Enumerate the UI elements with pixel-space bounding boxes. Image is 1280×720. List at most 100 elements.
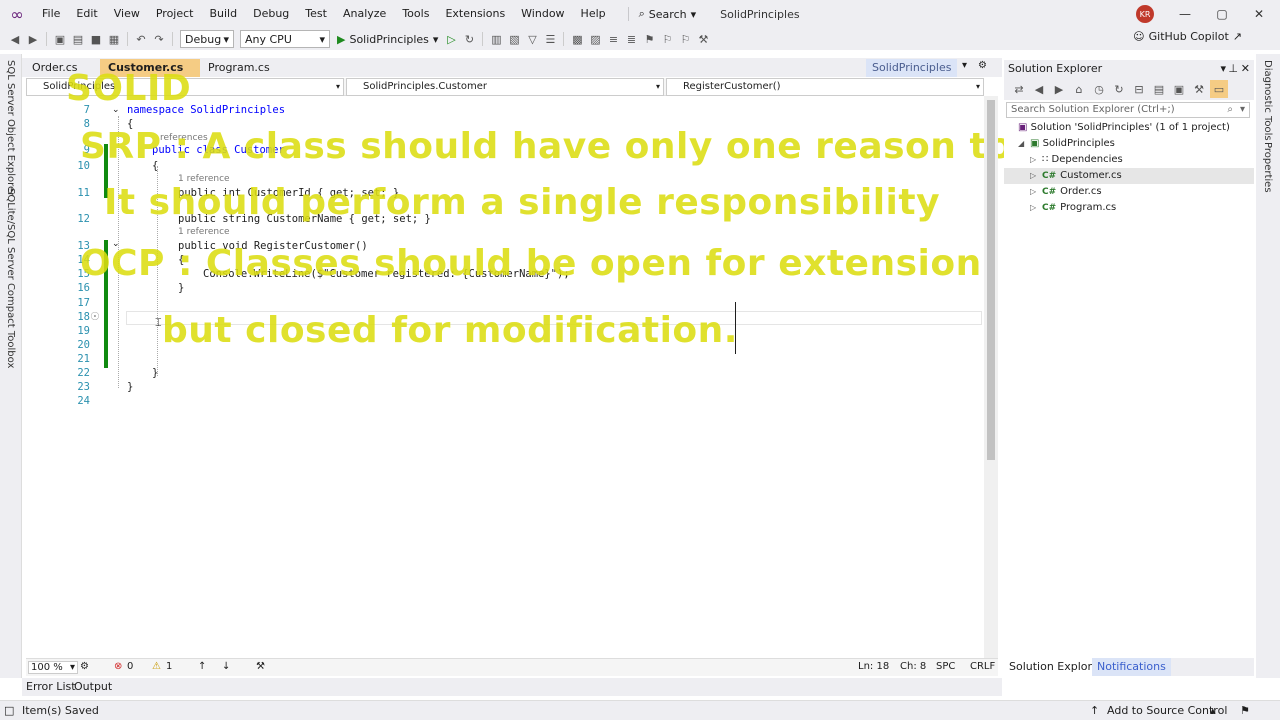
settings-icon[interactable]: ⚙ [978, 60, 987, 71]
line-indicator[interactable]: Ln: 18 [858, 661, 889, 672]
bookmark-icon[interactable]: ⚑ [640, 30, 658, 48]
search-icon[interactable]: ⌕ [1227, 103, 1233, 117]
menu-debug[interactable]: Debug [245, 0, 297, 28]
health-icon[interactable]: ⚙ [80, 661, 89, 672]
save-all-icon[interactable]: ▦ [105, 30, 123, 48]
configuration-select[interactable]: Debug ▾ [180, 30, 234, 48]
warning-icon[interactable]: ⚠ [152, 661, 161, 672]
history-icon[interactable]: ◷ [1090, 80, 1108, 98]
error-count[interactable]: 0 [127, 661, 133, 672]
expand-icon[interactable]: ▷ [1030, 184, 1042, 200]
char-indicator[interactable]: Ch: 8 [900, 661, 926, 672]
project-tab[interactable]: SolidPrinciples [866, 59, 958, 77]
close-icon[interactable]: ✕ [1241, 60, 1250, 78]
filter-icon[interactable]: ▽ [523, 30, 541, 48]
toolbox-icon[interactable]: ▥ [487, 30, 505, 48]
tree-item-file[interactable]: ▷ C# Program.cs [1004, 200, 1254, 216]
chevron-down-icon[interactable]: ▾ [1220, 60, 1226, 78]
hot-reload-icon[interactable]: ↻ [460, 30, 478, 48]
chevron-down-icon[interactable]: ▾ [962, 60, 967, 71]
uncomment-icon[interactable]: ≣ [622, 30, 640, 48]
properties-tab[interactable]: Properties [1262, 142, 1273, 193]
menu-help[interactable]: Help [573, 0, 614, 28]
menu-file[interactable]: File [34, 0, 68, 28]
expand-icon[interactable]: ▷ [1030, 168, 1042, 184]
arrow-down-icon[interactable]: ↓ [222, 661, 230, 672]
menu-view[interactable]: View [106, 0, 148, 28]
preview-icon[interactable]: ▭ [1210, 80, 1228, 98]
whitespace-indicator[interactable]: SPC [936, 661, 955, 672]
new-project-icon[interactable]: ▣ [51, 30, 69, 48]
tab-error-list[interactable]: Error List [26, 680, 76, 693]
prev-bookmark-icon[interactable]: ⚐ [658, 30, 676, 48]
layout-icon[interactable]: ▧ [505, 30, 523, 48]
properties-icon[interactable]: ⚒ [1190, 80, 1208, 98]
save-icon[interactable]: ■ [87, 30, 105, 48]
sqlite-toolbox-tab[interactable]: SQLite/SQL Server Compact Toolbox [5, 188, 16, 368]
close-window-button[interactable]: ✕ [1242, 0, 1276, 28]
tree-item-file[interactable]: ▷ C# Order.cs [1004, 184, 1254, 200]
code-cleanup-icon[interactable]: ⚒ [256, 661, 265, 672]
tab-output[interactable]: Output [74, 680, 112, 693]
pin-icon[interactable]: ⊥ [1228, 60, 1238, 78]
back-icon[interactable]: ◀ [6, 30, 24, 48]
menu-test[interactable]: Test [297, 0, 335, 28]
start-without-debugging-icon[interactable]: ▷ [442, 30, 460, 48]
back-icon[interactable]: ◀ [1030, 80, 1048, 98]
forward-icon[interactable]: ▶ [1050, 80, 1068, 98]
tree-item-dependencies[interactable]: ▷ ∷ Dependencies [1004, 152, 1254, 168]
menu-window[interactable]: Window [513, 0, 572, 28]
menu-analyze[interactable]: Analyze [335, 0, 394, 28]
find-icon[interactable]: ☰ [541, 30, 559, 48]
menu-extensions[interactable]: Extensions [437, 0, 513, 28]
error-icon[interactable]: ⊗ [114, 661, 122, 672]
platform-select[interactable]: Any CPU ▾ [240, 30, 330, 48]
member-dropdown[interactable]: RegisterCustomer() ▾ [666, 78, 984, 96]
tree-item-file[interactable]: ▷ C# Customer.cs [1004, 168, 1254, 184]
github-copilot-button[interactable]: ☺ GitHub Copilot ↗ [1133, 30, 1242, 43]
collapse-all-icon[interactable]: ⊟ [1130, 80, 1148, 98]
tab-program-cs[interactable]: Program.cs [200, 59, 278, 77]
tree-item-solution[interactable]: ▣ Solution 'SolidPrinciples' (1 of 1 pro… [1004, 120, 1254, 136]
solution-explorer-search-input[interactable]: Search Solution Explorer (Ctrl+;) ⌕ ▾ [1006, 102, 1250, 118]
minimize-button[interactable]: — [1168, 0, 1202, 28]
warning-count[interactable]: 1 [166, 661, 172, 672]
menu-tools[interactable]: Tools [394, 0, 437, 28]
next-bookmark-icon[interactable]: ⚐ [676, 30, 694, 48]
open-folder-icon[interactable]: ▤ [69, 30, 87, 48]
comment-icon[interactable]: ≡ [604, 30, 622, 48]
menu-project[interactable]: Project [148, 0, 202, 28]
zoom-select[interactable]: 100 % ▾ [28, 661, 78, 674]
expand-icon[interactable]: ▷ [1030, 152, 1042, 168]
clear-bookmarks-icon[interactable]: ⚒ [694, 30, 712, 48]
chevron-up-icon[interactable]: ▴ [1210, 704, 1216, 717]
lightbulb-icon[interactable]: ☉ [90, 310, 100, 323]
format-icon[interactable]: ▨ [586, 30, 604, 48]
user-avatar[interactable]: KR [1136, 5, 1154, 23]
forward-icon[interactable]: ▶ [24, 30, 42, 48]
notification-bell-icon[interactable]: ⚑ [1240, 704, 1250, 717]
redo-icon[interactable]: ↷ [150, 30, 168, 48]
show-all-files-icon[interactable]: ▤ [1150, 80, 1168, 98]
chevron-down-icon[interactable]: ▾ [1240, 103, 1245, 117]
maximize-button[interactable]: ▢ [1205, 0, 1239, 28]
expand-icon[interactable]: ◢ [1018, 136, 1030, 152]
type-dropdown[interactable]: SolidPrinciples.Customer ▾ [346, 78, 664, 96]
tab-notifications[interactable]: Notifications [1092, 658, 1171, 676]
view-icon[interactable]: ▣ [1170, 80, 1188, 98]
run-button[interactable]: ▶ SolidPrinciples ▾ [337, 33, 438, 46]
home-icon[interactable]: ⌂ [1070, 80, 1088, 98]
line-ending-indicator[interactable]: CRLF [970, 661, 995, 672]
diagnostic-tools-tab[interactable]: Diagnostic Tools [1262, 60, 1273, 141]
tree-item-project[interactable]: ◢ ▣ SolidPrinciples [1004, 136, 1254, 152]
menu-build[interactable]: Build [201, 0, 245, 28]
codelens-references[interactable]: 1 reference [178, 227, 230, 237]
code-editor[interactable] [26, 96, 984, 658]
expand-icon[interactable]: ▷ [1030, 200, 1042, 216]
scrollbar-thumb[interactable] [987, 100, 995, 460]
pending-changes-icon[interactable]: ↻ [1110, 80, 1128, 98]
menu-edit[interactable]: Edit [68, 0, 105, 28]
align-icon[interactable]: ▩ [568, 30, 586, 48]
search-button[interactable]: ⌕ Search ▾ [627, 7, 707, 21]
undo-icon[interactable]: ↶ [132, 30, 150, 48]
